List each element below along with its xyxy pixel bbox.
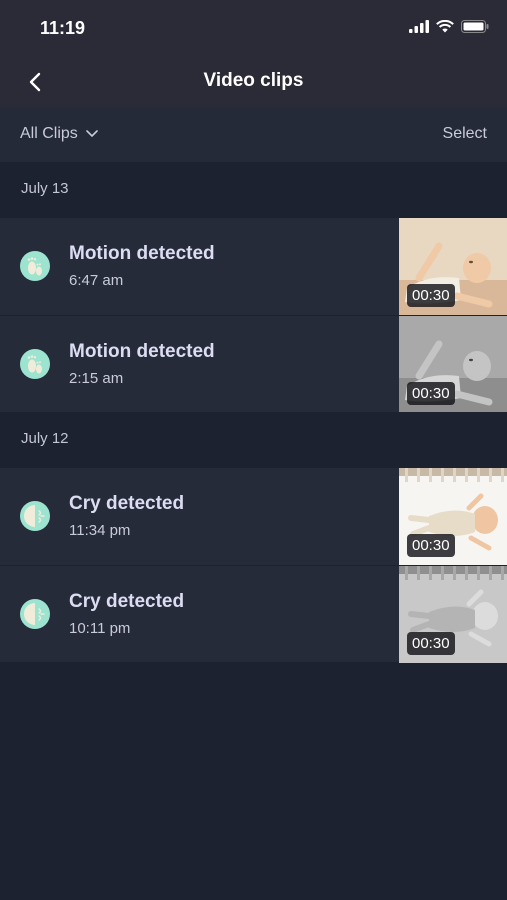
filter-bar: All Clips Select xyxy=(0,108,507,162)
clip-title: Motion detected xyxy=(69,341,215,362)
duration-badge: 00:30 xyxy=(407,382,455,405)
chevron-down-icon xyxy=(85,130,98,138)
section-date: July 13 xyxy=(21,180,69,197)
crying-face-icon xyxy=(20,501,50,531)
clip-time: 6:47 am xyxy=(69,272,124,289)
clip-title: Cry detected xyxy=(69,591,185,612)
clip-title: Motion detected xyxy=(69,243,215,264)
clip-row[interactable]: Cry detected 10:11 pm 00:30 xyxy=(0,565,507,663)
duration-badge: 00:30 xyxy=(407,534,455,557)
status-time: 11:19 xyxy=(40,18,86,38)
select-button[interactable]: Select xyxy=(443,125,487,143)
clip-time: 2:15 am xyxy=(69,370,124,387)
crying-face-icon xyxy=(20,599,50,629)
page-title: Video clips xyxy=(203,70,304,91)
section-header: July 13 xyxy=(0,162,507,218)
battery-icon xyxy=(461,20,489,33)
duration-badge: 00:30 xyxy=(407,284,455,307)
duration-badge: 00:30 xyxy=(407,632,455,655)
wifi-icon xyxy=(436,20,454,33)
signal-icon xyxy=(409,20,429,33)
status-bar: 11:19 xyxy=(0,0,507,56)
clip-thumbnail[interactable]: 00:30 xyxy=(399,218,507,315)
clip-title: Cry detected xyxy=(69,493,185,514)
clip-row[interactable]: Motion detected 6:47 am 00:30 xyxy=(0,218,507,315)
section-header: July 12 xyxy=(0,412,507,468)
clip-filter-dropdown[interactable]: All Clips xyxy=(20,125,98,143)
status-icons xyxy=(409,20,489,33)
clip-time: 11:34 pm xyxy=(69,522,131,539)
clip-row[interactable]: Cry detected 11:34 pm 00:30 xyxy=(0,468,507,565)
footprints-icon xyxy=(20,349,50,379)
clip-thumbnail[interactable]: 00:30 xyxy=(399,566,507,663)
clip-thumbnail[interactable]: 00:30 xyxy=(399,316,507,413)
clip-thumbnail[interactable]: 00:30 xyxy=(399,468,507,565)
section-date: July 12 xyxy=(21,430,69,447)
nav-bar: Video clips xyxy=(0,56,507,108)
clip-row[interactable]: Motion detected 2:15 am 00:30 xyxy=(0,315,507,413)
footprints-icon xyxy=(20,251,50,281)
filter-label: All Clips xyxy=(20,125,78,142)
clip-time: 10:11 pm xyxy=(69,620,131,637)
